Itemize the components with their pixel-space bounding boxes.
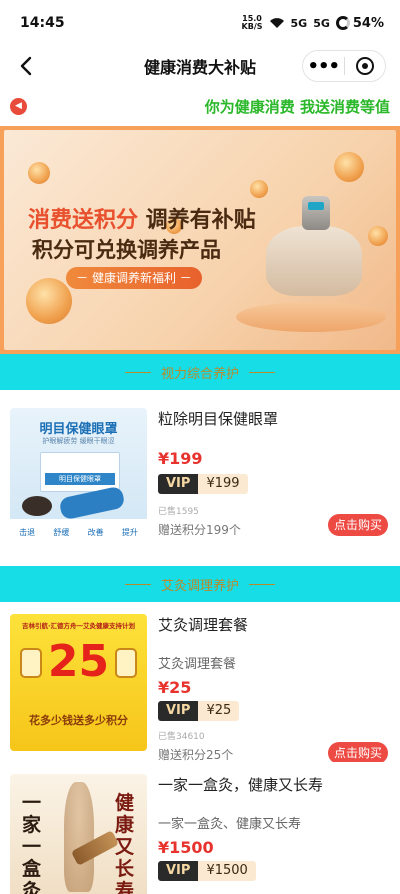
notice-text: 你为健康消费 我送消费等值 — [204, 97, 390, 116]
product-thumbnail: 一家一盒灸 健康又长寿 — [10, 774, 147, 894]
mini-program-capsule: ••• — [302, 50, 386, 82]
target-icon[interactable] — [344, 57, 385, 75]
coin-decoration — [368, 226, 388, 246]
thumb-features: 击退 舒缓 改善 提升 — [10, 519, 147, 545]
divider-line — [249, 583, 275, 585]
status-indicators: 15.0 KB/S 5G 5G 54% — [242, 15, 384, 31]
product-price: ¥199 — [158, 449, 203, 468]
network-rate-unit: KB/S — [241, 22, 263, 31]
moxibustion-device-image — [266, 226, 362, 296]
banner-headline-highlight: 消费送积分 — [28, 208, 139, 233]
thumb-box-label: 明目保健眼罩 — [45, 473, 115, 485]
more-dots-icon[interactable]: ••• — [303, 56, 344, 77]
product-thumbnail: 吉林引航·汇德方舟一艾灸健康支持计划 25 花多少钱送多少积分 — [10, 614, 147, 751]
thumb-left-text: 一家一盒灸 — [22, 792, 42, 894]
product-price: ¥25 — [158, 678, 192, 697]
network-rate: 15.0 KB/S — [242, 15, 263, 31]
status-bar: 14:45 15.0 KB/S 5G 5G 54% — [0, 0, 400, 46]
wifi-icon — [269, 18, 284, 28]
banner-subheadline: 积分可兑换调养产品 — [32, 238, 221, 262]
signal-icon: 5G — [290, 16, 308, 30]
product-thumbnail: 明目保健眼罩 护眼解疲劳 缓眼干眼涩 明目保健眼罩 击退 舒缓 改善 提升 — [10, 408, 147, 545]
coin-decoration — [250, 180, 268, 198]
signal-icon-2: 5G — [313, 16, 330, 30]
product-card[interactable]: 吉林引航·汇德方舟一艾灸健康支持计划 25 花多少钱送多少积分 艾灸调理套餐 艾… — [0, 602, 400, 764]
product-name: 粒除明目保健眼罩 — [158, 410, 279, 428]
nav-bar: 健康消费大补贴 ••• — [0, 46, 400, 86]
coin-decoration — [26, 278, 72, 324]
feature-label: 击退 — [19, 527, 36, 537]
speaker-icon: ◀ — [10, 97, 27, 115]
thumb-header: 吉林引航·汇德方舟一艾灸健康支持计划 — [22, 622, 135, 630]
coin-decoration — [28, 162, 50, 184]
divider-line — [124, 371, 151, 373]
notice-bar: ◀ 你为健康消费 我送消费等值 — [0, 86, 400, 126]
vip-price-value: ¥199 — [198, 474, 248, 494]
thumb-subtitle: 护眼解疲劳 缓眼干眼涩 — [42, 437, 115, 445]
vip-tag: VIP — [158, 861, 199, 881]
feature-label: 舒缓 — [53, 527, 70, 537]
banner-headline-rest: 调养有补贴 — [138, 208, 256, 233]
thumb-title: 明目保健眼罩 — [39, 422, 118, 437]
thumb-right-text: 健康又长寿 — [115, 792, 135, 894]
banner-image: 消费送积分 调养有补贴 积分可兑换调养产品 － 健康调养新福利 － — [4, 130, 396, 350]
body-figure-image — [64, 782, 94, 892]
battery-icon — [335, 16, 350, 30]
product-price: ¥1500 — [158, 838, 214, 857]
promo-banner[interactable]: 消费送积分 调养有补贴 积分可兑换调养产品 － 健康调养新福利 － — [0, 126, 400, 354]
product-info: 一家一盒灸，健康又长寿 一家一盒灸、健康又长寿 ¥1500 VIP ¥1500 — [158, 774, 388, 881]
buy-button[interactable]: 点击购买 — [328, 514, 388, 536]
product-name: 一家一盒灸，健康又长寿 — [158, 776, 324, 794]
section-title: 艾灸调理养护 — [160, 578, 239, 594]
sold-count: 已售34610 — [158, 732, 205, 742]
page: 14:45 15.0 KB/S 5G 5G 54% 健康消费大补贴 ••• ◀ … — [0, 0, 400, 894]
product-subtitle: 艾灸调理套餐 — [158, 657, 237, 672]
product-card[interactable]: 一家一盒灸 健康又长寿 一家一盒灸，健康又长寿 一家一盒灸、健康又长寿 ¥150… — [0, 762, 400, 894]
jar-right-image — [115, 648, 137, 678]
banner-headline: 消费送积分 调养有补贴 — [28, 202, 256, 234]
vip-price: VIP ¥199 — [158, 474, 248, 494]
buy-button[interactable]: 点击购买 — [328, 742, 388, 764]
feature-label: 提升 — [121, 527, 138, 537]
section-title: 视力综合养护 — [160, 366, 239, 382]
product-name: 艾灸调理套餐 — [158, 616, 249, 634]
feature-label: 改善 — [87, 527, 104, 537]
vip-tag: VIP — [158, 701, 199, 721]
section-header: 艾灸调理养护 — [0, 566, 400, 602]
banner-pill: － 健康调养新福利 － — [66, 267, 202, 289]
section-header: 视力综合养护 — [0, 354, 400, 390]
battery-indicator: 54% — [335, 15, 384, 31]
divider-line — [249, 371, 275, 373]
chevron-left-icon — [20, 56, 32, 76]
vip-price: VIP ¥25 — [158, 701, 240, 721]
device-screen — [308, 202, 324, 210]
thumb-slogan: 花多少钱送多少积分 — [29, 714, 128, 727]
product-subtitle: 一家一盒灸、健康又长寿 — [158, 817, 302, 832]
coin-decoration — [334, 152, 364, 182]
podium-graphic — [236, 302, 386, 332]
status-time: 14:45 — [20, 15, 65, 31]
vip-price-value: ¥1500 — [198, 861, 256, 881]
divider-line — [124, 583, 151, 585]
vip-price: VIP ¥1500 — [158, 861, 256, 881]
back-button[interactable] — [12, 52, 40, 80]
thumb-box: 明目保健眼罩 — [40, 452, 120, 492]
vip-price-value: ¥25 — [198, 701, 240, 721]
herb-image — [22, 496, 52, 516]
vip-tag: VIP — [158, 474, 199, 494]
battery-level: 54% — [352, 15, 384, 31]
product-info: 艾灸调理套餐 艾灸调理套餐 ¥25 VIP ¥25 已售34610 赠送积分25… — [158, 614, 388, 763]
product-card[interactable]: 明目保健眼罩 护眼解疲劳 缓眼干眼涩 明目保健眼罩 击退 舒缓 改善 提升 粒除… — [0, 390, 400, 566]
